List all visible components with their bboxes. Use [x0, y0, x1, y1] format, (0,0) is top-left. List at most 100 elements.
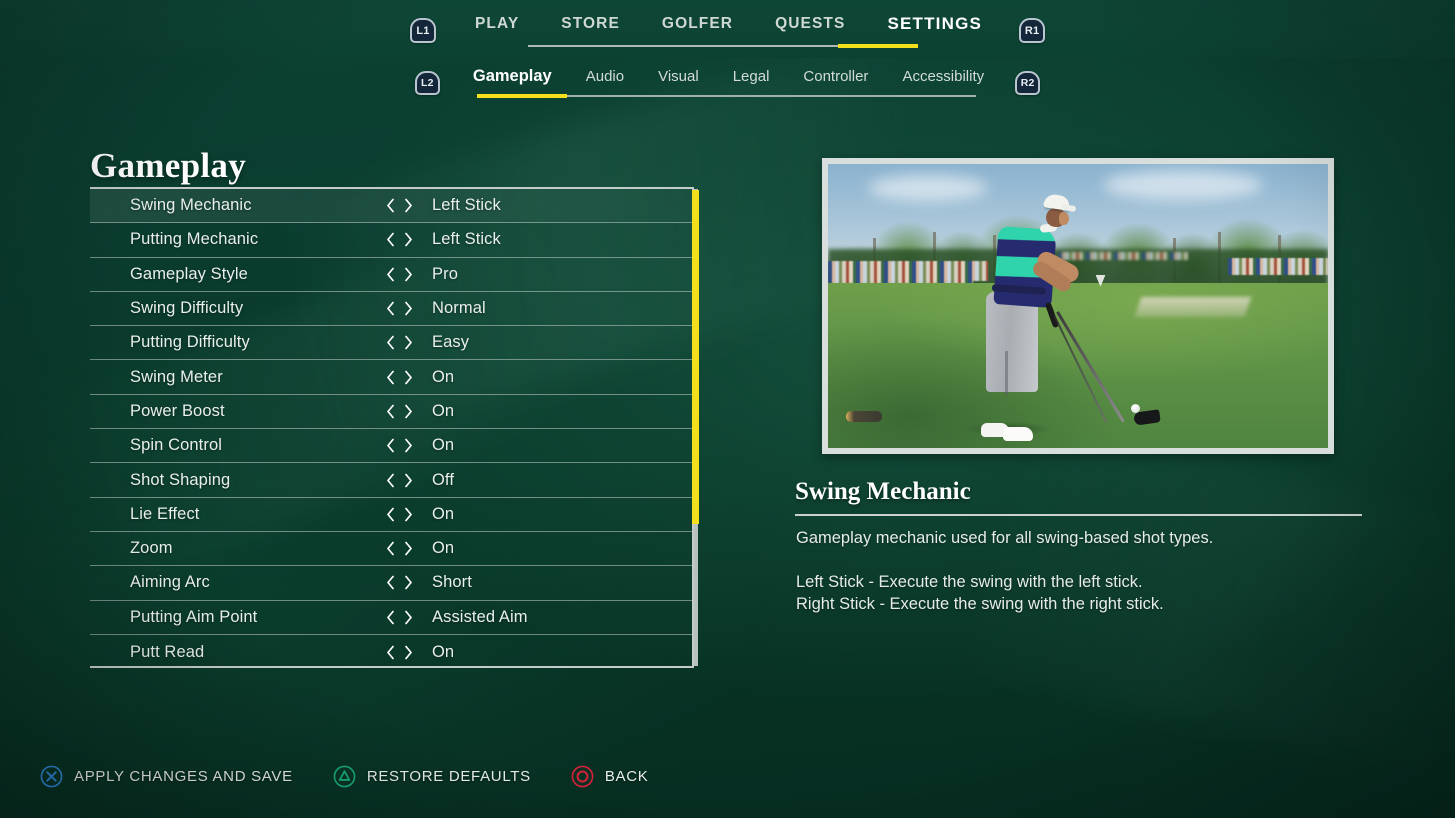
setting-stepper [386, 267, 413, 282]
primary-nav-active-underline [838, 44, 918, 48]
restore-defaults-label: RESTORE DEFAULTS [366, 767, 531, 785]
restore-defaults-button[interactable]: RESTORE DEFAULTS [333, 765, 531, 788]
setting-row[interactable]: Putting Aim Point Assisted Aim [90, 601, 692, 635]
nav-tab-golfer[interactable]: GOLFER [641, 14, 754, 47]
setting-row[interactable]: Putting Mechanic Left Stick [90, 223, 692, 258]
setting-value: Left Stick [432, 230, 501, 249]
chevron-right-icon[interactable] [404, 267, 413, 282]
setting-stepper [386, 541, 413, 556]
chevron-left-icon[interactable] [386, 232, 395, 247]
setting-row[interactable]: Spin Control On [90, 429, 692, 464]
setting-row[interactable]: Lie Effect On [90, 498, 692, 532]
setting-row[interactable]: Swing Difficulty Normal [90, 292, 692, 327]
chevron-right-icon[interactable] [404, 575, 413, 590]
setting-value: On [432, 367, 455, 386]
setting-label: Shot Shaping [130, 470, 231, 489]
nav-tab-store[interactable]: STORE [540, 14, 641, 47]
sub-nav-active-underline [477, 94, 567, 98]
setting-value: On [432, 436, 455, 455]
chevron-right-icon[interactable] [404, 335, 413, 350]
setting-stepper [386, 198, 413, 213]
chevron-left-icon[interactable] [386, 507, 395, 522]
log-prop [845, 411, 882, 423]
sub-nav-underline [558, 95, 976, 97]
chevron-right-icon[interactable] [404, 438, 413, 453]
bunker-path [1134, 297, 1252, 318]
settings-sub-navigation: L2 Gameplay Audio Visual Legal Controlle… [0, 67, 1455, 98]
chevron-right-icon[interactable] [404, 473, 413, 488]
chevron-left-icon[interactable] [386, 473, 395, 488]
chevron-left-icon[interactable] [386, 335, 395, 350]
settings-list: Swing Mechanic Left Stick Putting Mechanic… [90, 187, 694, 668]
tab-controller[interactable]: Controller [786, 67, 885, 98]
golf-scene-preview-image [828, 164, 1328, 448]
chevron-left-icon[interactable] [386, 198, 395, 213]
golfer-face [1059, 212, 1069, 226]
setting-label: Swing Mechanic [130, 196, 252, 215]
tab-legal[interactable]: Legal [716, 67, 787, 98]
setting-stepper [386, 610, 413, 625]
setting-row[interactable]: Swing Meter On [90, 360, 692, 395]
chevron-right-icon[interactable] [404, 198, 413, 213]
chevron-left-icon[interactable] [386, 404, 395, 419]
nav-tab-play[interactable]: PLAY [454, 14, 540, 47]
nav-tab-settings[interactable]: SETTINGS [866, 14, 1003, 47]
apply-changes-button[interactable]: APPLY CHANGES AND SAVE [40, 765, 293, 788]
chevron-left-icon[interactable] [386, 575, 395, 590]
chevron-right-icon[interactable] [404, 645, 413, 660]
detail-divider [795, 514, 1362, 516]
chevron-right-icon[interactable] [404, 541, 413, 556]
setting-row[interactable]: Aiming Arc Short [90, 566, 692, 601]
chevron-left-icon[interactable] [386, 370, 395, 385]
setting-label: Swing Meter [130, 367, 223, 386]
golfer-legs [985, 291, 1038, 392]
setting-stepper [386, 473, 413, 488]
chevron-right-icon[interactable] [404, 610, 413, 625]
chevron-right-icon[interactable] [404, 301, 413, 316]
setting-row[interactable]: Zoom On [90, 532, 692, 567]
setting-row[interactable]: Putt Read On [90, 635, 692, 669]
setting-label: Aiming Arc [130, 573, 210, 592]
setting-stepper [386, 404, 413, 419]
setting-stepper [386, 507, 413, 522]
setting-label: Gameplay Style [130, 264, 248, 283]
chevron-left-icon[interactable] [386, 267, 395, 282]
chevron-right-icon[interactable] [404, 404, 413, 419]
primary-navigation: L1 PLAY STORE GOLFER QUESTS SETTINGS R1 [0, 14, 1455, 47]
chevron-left-icon[interactable] [386, 610, 395, 625]
setting-row[interactable]: Power Boost On [90, 395, 692, 430]
tab-accessibility[interactable]: Accessibility [885, 67, 1001, 98]
setting-stepper [386, 438, 413, 453]
tab-visual[interactable]: Visual [641, 67, 716, 98]
setting-value: Easy [432, 333, 470, 352]
setting-stepper [386, 232, 413, 247]
chevron-right-icon[interactable] [404, 370, 413, 385]
chevron-right-icon[interactable] [404, 507, 413, 522]
setting-value: On [432, 504, 455, 523]
setting-stepper [386, 575, 413, 590]
chevron-left-icon[interactable] [386, 438, 395, 453]
golf-ball [1130, 403, 1140, 413]
setting-value: Short [432, 573, 472, 592]
setting-row[interactable]: Gameplay Style Pro [90, 258, 692, 292]
nav-tab-quests[interactable]: QUESTS [754, 14, 866, 47]
chevron-right-icon[interactable] [404, 232, 413, 247]
setting-row[interactable]: Putting Difficulty Easy [90, 326, 692, 361]
chevron-left-icon[interactable] [386, 541, 395, 556]
setting-value: On [432, 401, 455, 420]
setting-stepper [386, 370, 413, 385]
setting-label: Swing Difficulty [130, 299, 244, 318]
setting-row[interactable]: Swing Mechanic Left Stick [90, 189, 692, 224]
back-button[interactable]: BACK [571, 765, 649, 788]
action-bar: APPLY CHANGES AND SAVE RESTORE DEFAULTS … [0, 734, 1455, 818]
setting-label: Putt Read [130, 642, 205, 661]
setting-stepper [386, 335, 413, 350]
setting-value: Assisted Aim [432, 607, 528, 626]
scrollbar-thumb[interactable] [692, 190, 699, 524]
golfer-leg-seam [1005, 351, 1008, 396]
chevron-left-icon[interactable] [386, 301, 395, 316]
setting-label: Power Boost [130, 401, 225, 420]
setting-row[interactable]: Shot Shaping Off [90, 463, 692, 498]
tab-audio[interactable]: Audio [569, 67, 641, 98]
chevron-left-icon[interactable] [386, 645, 395, 660]
